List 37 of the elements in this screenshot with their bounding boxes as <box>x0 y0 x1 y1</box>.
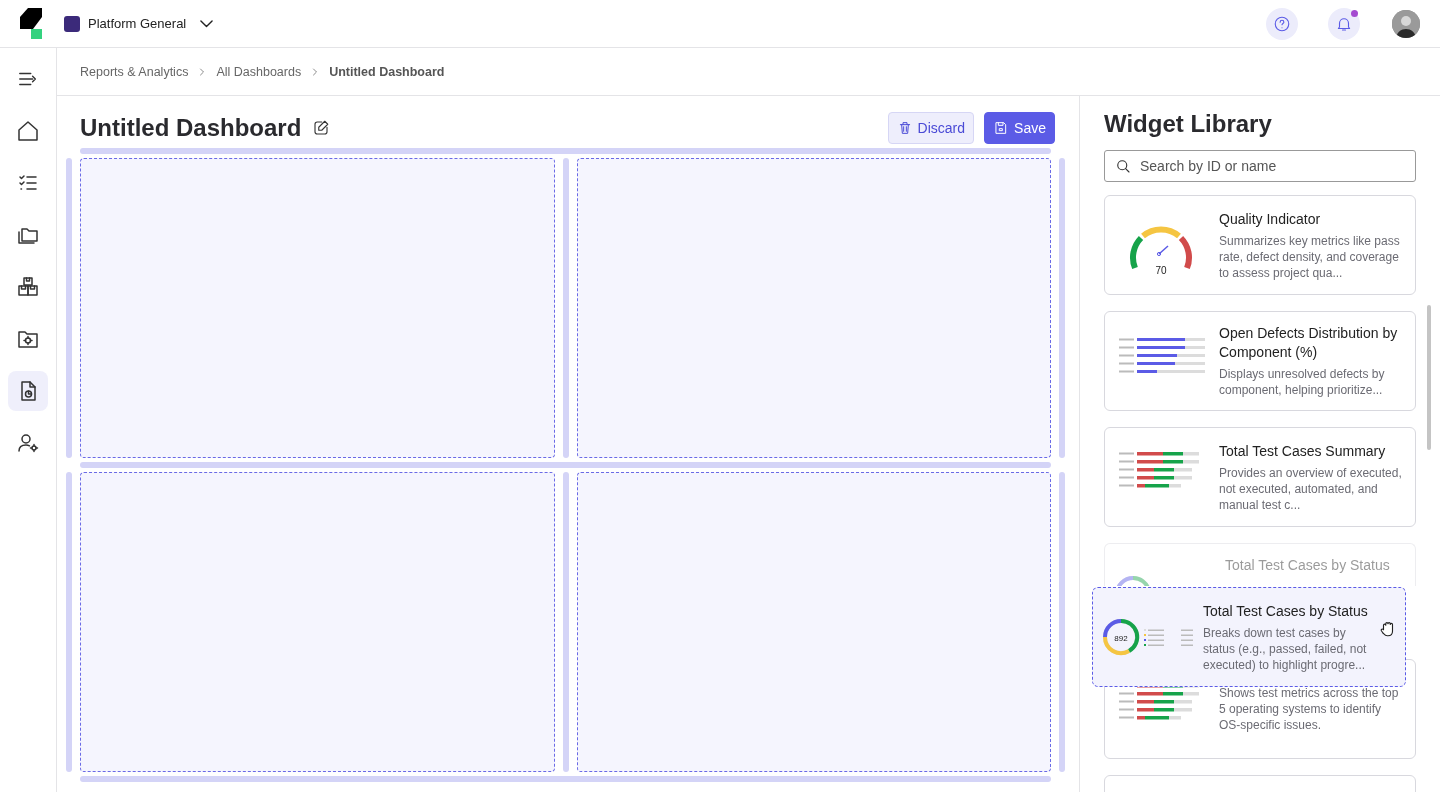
gauge-value: 70 <box>1155 265 1167 276</box>
scrollbar[interactable] <box>1427 305 1431 450</box>
widget-description: Displays unresolved defects by component, helping prioritize... <box>1219 366 1386 398</box>
notification-button[interactable] <box>1328 7 1360 40</box>
boxes-icon <box>16 275 40 299</box>
widget-description: Provides an overview of executed, not executed, automated, and manual test c... <box>1219 464 1403 513</box>
breadcrumb[interactable]: Reports & Analytics <box>80 64 189 79</box>
home-icon <box>16 119 40 143</box>
project-selector[interactable]: Platform General <box>64 15 214 32</box>
widget-description: Shows test metrics across the top 5 operating systems to identify OS-specific issues. <box>1219 685 1400 733</box>
widget-description: Summarizes key metrics like pass rate, defect density, and coverage to assess project qua... <box>1219 232 1401 281</box>
widget-card[interactable]: Open Defects Distribution by Component (%) Displays unresolved defects by component, helping prioritize... <box>1104 311 1416 411</box>
sidebar-item[interactable] <box>8 371 48 411</box>
search-field[interactable]: Search by ID or name <box>1104 150 1416 182</box>
save-button[interactable]: Save <box>984 112 1055 144</box>
breadcrumb: Untitled Dashboard <box>329 64 445 79</box>
help-button[interactable] <box>1266 7 1298 40</box>
logo-icon <box>20 7 44 40</box>
dashboard-title: Untitled Dashboard <box>80 114 302 142</box>
widget-title: Quality Indicator <box>1219 209 1322 229</box>
chevron-down-icon <box>200 19 214 28</box>
search-icon <box>1114 157 1132 175</box>
breadcrumb[interactable]: All Dashboards <box>216 64 302 79</box>
widget-title: Total Test Cases Summary <box>1219 441 1387 461</box>
user-gear-icon <box>16 431 40 455</box>
widget-title: Total Test Cases by Status <box>1203 601 1369 621</box>
drag-preview-overlay[interactable]: 892 Total Test Cases by Status Breaks down test cases by status (e.g., passed, failed, not executed) to highlight progre... <box>1092 587 1406 687</box>
widget-card[interactable]: Total Test Cases Summary Provides an overview of executed, not executed, automated, and manual test c... <box>1104 427 1416 527</box>
widget-card[interactable]: 70 Quality Indicator Summarizes key metrics like pass rate, defect density, and coverage to assess project qua... <box>1104 195 1416 295</box>
discard-button[interactable]: Discard <box>887 112 975 144</box>
donut-value: 892 <box>1114 634 1128 643</box>
panel-title: Widget Library <box>1104 110 1273 138</box>
avatar[interactable] <box>1392 9 1420 38</box>
pencil-icon <box>312 119 331 137</box>
widget-title: Total Test Cases by Status <box>1225 556 1390 575</box>
widget-title: Open Defects Distribution by Component (%) <box>1219 324 1399 362</box>
help-icon <box>1273 14 1291 33</box>
